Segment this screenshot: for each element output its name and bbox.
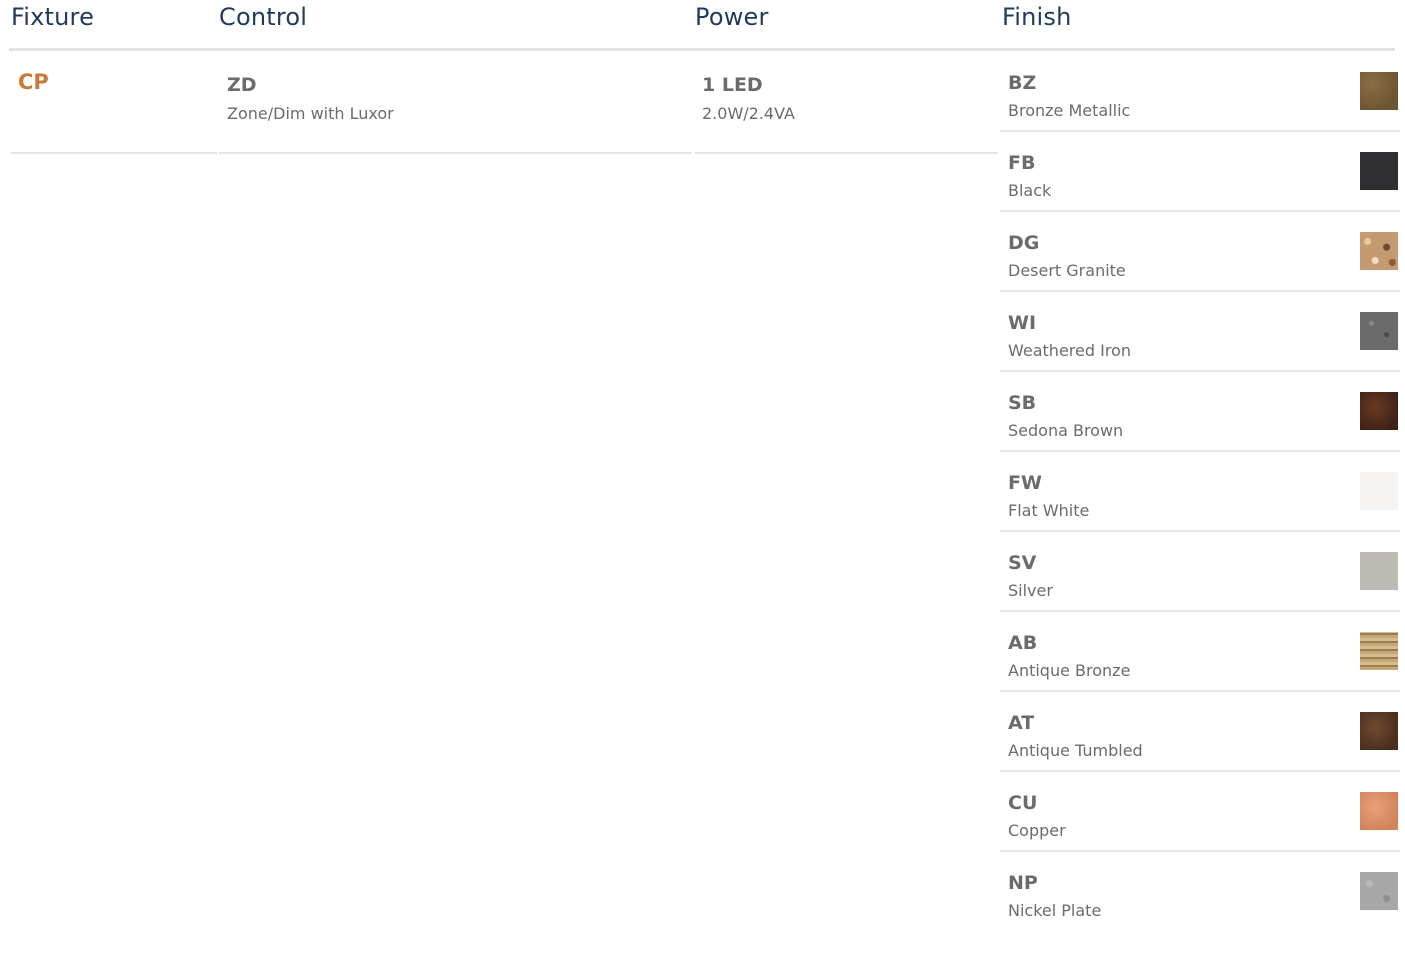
finish-row-dg: DG Desert Granite xyxy=(1000,212,1400,292)
swatch-antique-tumbled xyxy=(1360,712,1398,750)
swatch-weathered-iron xyxy=(1360,312,1398,350)
finish-name: Nickel Plate xyxy=(1008,901,1102,920)
finish-code: DG xyxy=(1008,232,1040,254)
finish-code: FW xyxy=(1008,472,1042,494)
finish-code: CU xyxy=(1008,792,1038,814)
finish-row-wi: WI Weathered Iron xyxy=(1000,292,1400,372)
finish-name: Silver xyxy=(1008,581,1053,600)
finish-code: SV xyxy=(1008,552,1037,574)
power-code: 1 LED xyxy=(702,74,763,96)
finish-row-fw: FW Flat White xyxy=(1000,452,1400,532)
swatch-sedona-brown xyxy=(1360,392,1398,430)
finish-row-sv: SV Silver xyxy=(1000,532,1400,612)
finish-row-at: AT Antique Tumbled xyxy=(1000,692,1400,772)
control-divider xyxy=(219,152,692,154)
finish-code: FB xyxy=(1008,152,1036,174)
control-desc: Zone/Dim with Luxor xyxy=(227,104,394,123)
header-control: Control xyxy=(219,3,308,31)
finish-list: BZ Bronze Metallic FB Black DG Desert Grani… xyxy=(1000,52,1400,930)
fixture-cell: CP xyxy=(18,70,49,94)
swatch-bronze-metallic xyxy=(1360,72,1398,110)
header-finish: Finish xyxy=(1002,3,1072,31)
finish-name: Antique Tumbled xyxy=(1008,741,1143,760)
swatch-copper xyxy=(1360,792,1398,830)
swatch-flat-white xyxy=(1360,472,1398,510)
control-code: ZD xyxy=(227,74,257,96)
finish-name: Sedona Brown xyxy=(1008,421,1124,440)
finish-code: SB xyxy=(1008,392,1037,414)
swatch-antique-bronze xyxy=(1360,632,1398,670)
swatch-silver xyxy=(1360,552,1398,590)
fixture-divider xyxy=(11,152,217,154)
finish-name: Flat White xyxy=(1008,501,1090,520)
finish-row-cu: CU Copper xyxy=(1000,772,1400,852)
fixture-code: CP xyxy=(18,70,49,94)
finish-name: Weathered Iron xyxy=(1008,341,1131,360)
table-header: Fixture Control Power Finish xyxy=(0,0,1405,52)
finish-code: AT xyxy=(1008,712,1035,734)
header-fixture: Fixture xyxy=(11,3,95,31)
power-cell: 1 LED 2.0W/2.4VA xyxy=(702,73,795,126)
swatch-nickel-plate xyxy=(1360,872,1398,910)
finish-name: Bronze Metallic xyxy=(1008,101,1131,120)
swatch-black xyxy=(1360,152,1398,190)
finish-row-ab: AB Antique Bronze xyxy=(1000,612,1400,692)
power-divider xyxy=(695,152,998,154)
finish-name: Desert Granite xyxy=(1008,261,1126,280)
header-power: Power xyxy=(695,3,769,31)
finish-name: Antique Bronze xyxy=(1008,661,1131,680)
finish-row-sb: SB Sedona Brown xyxy=(1000,372,1400,452)
finish-name: Copper xyxy=(1008,821,1066,840)
finish-code: NP xyxy=(1008,872,1038,894)
swatch-desert-granite xyxy=(1360,232,1398,270)
power-desc: 2.0W/2.4VA xyxy=(702,104,795,123)
finish-code: AB xyxy=(1008,632,1038,654)
finish-row-np: NP Nickel Plate xyxy=(1000,852,1400,930)
finish-code: WI xyxy=(1008,312,1037,334)
finish-code: BZ xyxy=(1008,72,1037,94)
finish-row-fb: FB Black xyxy=(1000,132,1400,212)
header-divider xyxy=(9,48,1395,51)
finish-name: Black xyxy=(1008,181,1052,200)
control-cell: ZD Zone/Dim with Luxor xyxy=(227,73,394,126)
finish-row-bz: BZ Bronze Metallic xyxy=(1000,52,1400,132)
